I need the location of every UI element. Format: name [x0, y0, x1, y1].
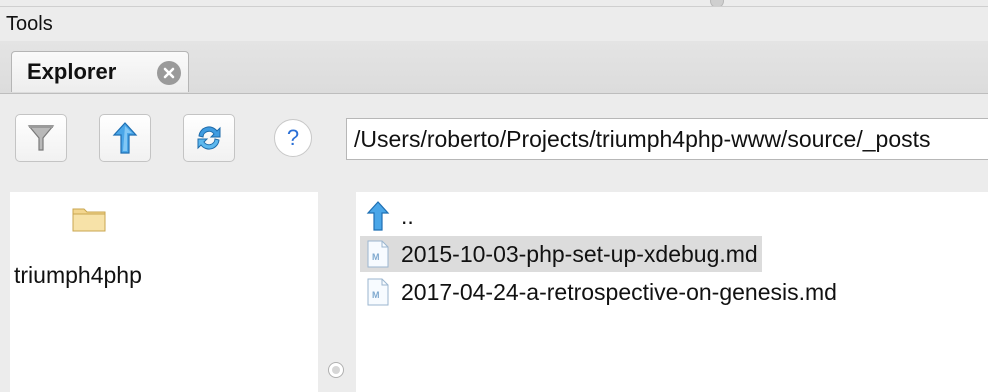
- svg-text:M: M: [372, 252, 380, 262]
- close-icon[interactable]: [157, 61, 181, 85]
- file-name: 2017-04-24-a-retrospective-on-genesis.md: [401, 278, 837, 305]
- refresh-button[interactable]: [183, 114, 235, 162]
- path-input[interactable]: [346, 118, 988, 160]
- splitter-dot: [332, 366, 340, 374]
- file-row[interactable]: M 2015-10-03-php-set-up-xdebug.md: [360, 236, 762, 272]
- svg-text:M: M: [372, 290, 380, 300]
- markdown-file-icon: M: [364, 238, 392, 270]
- file-list-pane: .. M 2015-10-03-php-set-up-xdebug.md M 2…: [356, 192, 988, 392]
- splitter-handle[interactable]: [328, 362, 344, 378]
- folder-icon: [72, 208, 106, 232]
- filter-funnel-icon: [27, 125, 55, 151]
- toolbar: ?: [0, 94, 988, 186]
- file-name: 2015-10-03-php-set-up-xdebug.md: [401, 240, 758, 267]
- folder-tree-pane: triumph4php: [10, 192, 318, 392]
- tab-explorer-label: Explorer: [27, 59, 117, 84]
- help-button[interactable]: ?: [274, 119, 312, 157]
- up-arrow-icon: [364, 200, 392, 232]
- file-row[interactable]: M 2017-04-24-a-retrospective-on-genesis.…: [360, 274, 841, 310]
- menu-bar: Tools: [0, 6, 988, 42]
- markdown-file-icon: M: [364, 276, 392, 308]
- tab-bar: Explorer: [0, 41, 988, 94]
- up-arrow-icon: [112, 122, 138, 154]
- filter-button[interactable]: [15, 114, 67, 162]
- refresh-icon: [197, 126, 221, 150]
- explorer-window: Tools Explorer ? /Users/roberto/Projects…: [0, 0, 988, 392]
- parent-directory-row[interactable]: ..: [360, 198, 418, 234]
- menu-tools[interactable]: Tools: [0, 13, 53, 36]
- folder-label[interactable]: triumph4php: [14, 262, 142, 289]
- up-folder-button[interactable]: [99, 114, 151, 162]
- parent-directory-label: ..: [401, 202, 414, 229]
- project-folder[interactable]: [72, 204, 106, 237]
- tab-explorer[interactable]: Explorer: [11, 51, 189, 92]
